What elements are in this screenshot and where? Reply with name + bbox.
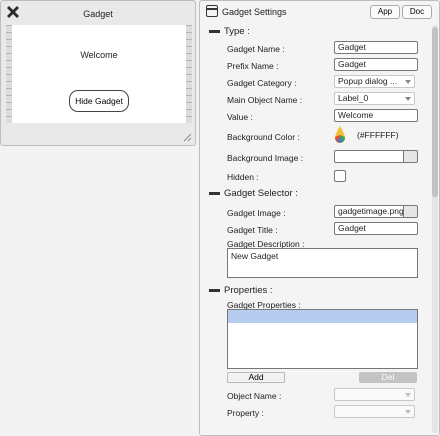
- prefix-name-input[interactable]: Gadget: [334, 58, 418, 71]
- list-selected-row[interactable]: [228, 310, 417, 323]
- gadget-image-label: Gadget Image :: [227, 208, 286, 218]
- type-section-header[interactable]: Type :: [209, 26, 250, 37]
- collapse-icon: [209, 30, 220, 33]
- add-button[interactable]: Add: [227, 372, 285, 383]
- hidden-label: Hidden :: [227, 172, 259, 182]
- settings-title: Gadget Settings: [222, 7, 287, 17]
- gadget-preview-window: Gadget Welcome Hide Gadget: [0, 0, 196, 146]
- background-image-input[interactable]: [334, 150, 404, 163]
- scrollbar-thumb[interactable]: [432, 27, 438, 197]
- color-picker-icon[interactable]: [334, 125, 346, 145]
- property-label: Property :: [227, 408, 264, 418]
- chevron-down-icon: [405, 410, 411, 414]
- chevron-down-icon: [405, 80, 411, 84]
- preview-title: Gadget: [83, 9, 113, 19]
- gadget-properties-list[interactable]: [227, 309, 418, 369]
- prefix-name-label: Prefix Name :: [227, 61, 279, 71]
- hidden-checkbox[interactable]: [334, 170, 346, 182]
- property-select[interactable]: [334, 405, 415, 418]
- properties-section-title: Properties :: [224, 285, 273, 296]
- resize-grip-icon[interactable]: [183, 133, 192, 142]
- main-object-value: Label_0: [338, 93, 369, 103]
- settings-header: Gadget Settings App Doc: [200, 1, 439, 23]
- background-color-value: (#FFFFFF): [357, 130, 399, 140]
- properties-section-header[interactable]: Properties :: [209, 285, 273, 296]
- right-ruler: [186, 25, 192, 123]
- main-object-label: Main Object Name :: [227, 95, 303, 105]
- left-ruler: [6, 25, 12, 123]
- selector-section-title: Gadget Selector :: [224, 188, 298, 199]
- gadget-name-label: Gadget Name :: [227, 44, 285, 54]
- gadget-image-input[interactable]: gadgetimage.png: [334, 205, 404, 218]
- chevron-down-icon: [405, 97, 411, 101]
- object-name-select[interactable]: [334, 388, 415, 401]
- browse-icon[interactable]: [403, 205, 418, 218]
- settings-window-icon: [206, 5, 218, 17]
- gadget-title-label: Gadget Title :: [227, 225, 278, 235]
- main-object-select[interactable]: Label_0: [334, 92, 415, 105]
- hide-gadget-button[interactable]: Hide Gadget: [69, 90, 129, 112]
- background-color-label: Background Color :: [227, 132, 300, 142]
- gadget-settings-panel: Gadget Settings App Doc Type : Gadget Na…: [199, 0, 440, 436]
- gadget-description-textarea[interactable]: New Gadget: [227, 248, 418, 278]
- value-input[interactable]: Welcome: [334, 109, 418, 122]
- selector-section-header[interactable]: Gadget Selector :: [209, 188, 298, 199]
- gadget-name-input[interactable]: Gadget: [334, 41, 418, 54]
- collapse-icon: [209, 192, 220, 195]
- settings-scrollbar[interactable]: [432, 25, 438, 433]
- welcome-label[interactable]: Welcome: [12, 50, 186, 60]
- type-section-title: Type :: [224, 26, 250, 37]
- chevron-down-icon: [405, 393, 411, 397]
- doc-button[interactable]: Doc: [402, 5, 432, 19]
- gadget-category-label: Gadget Category :: [227, 78, 297, 88]
- gadget-title-input[interactable]: Gadget: [334, 222, 418, 235]
- value-label: Value :: [227, 112, 253, 122]
- gadget-canvas: Welcome Hide Gadget: [6, 25, 192, 123]
- gadget-category-value: Popup dialog ...: [338, 76, 398, 86]
- collapse-icon: [209, 289, 220, 292]
- background-image-label: Background Image :: [227, 153, 304, 163]
- del-button[interactable]: Del: [359, 372, 417, 383]
- browse-icon[interactable]: [403, 150, 418, 163]
- app-button[interactable]: App: [370, 5, 400, 19]
- gadget-category-select[interactable]: Popup dialog ...: [334, 75, 415, 88]
- object-name-label: Object Name :: [227, 391, 282, 401]
